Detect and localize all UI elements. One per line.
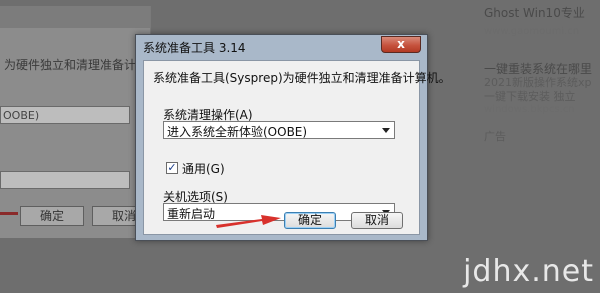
red-arrow-icon: [216, 215, 281, 228]
